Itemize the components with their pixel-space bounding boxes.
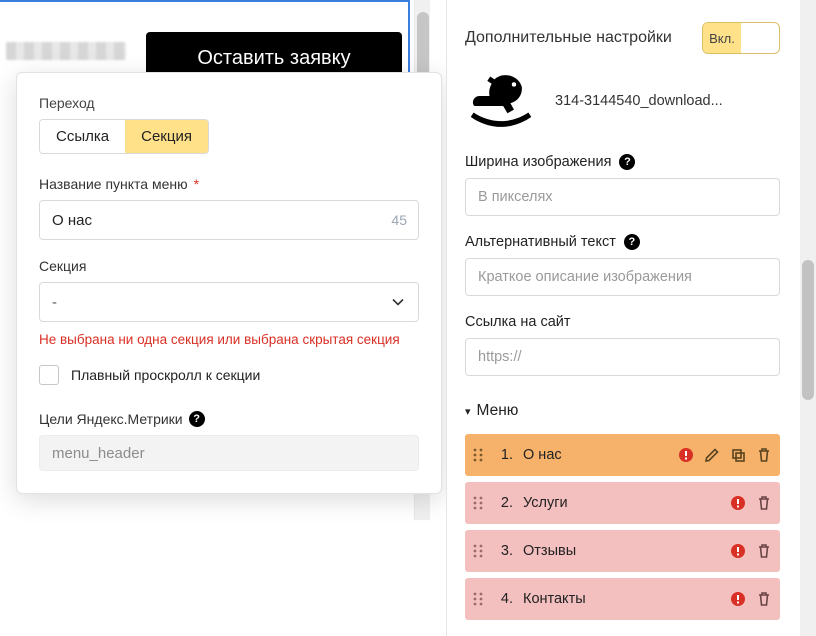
site-link-input[interactable] (465, 338, 780, 376)
section-error-text: Не выбрана ни одна секция или выбрана ск… (39, 332, 419, 347)
section-select[interactable]: - (39, 282, 419, 322)
smooth-scroll-label: Плавный проскролл к секции (71, 367, 260, 383)
drag-handle-icon[interactable] (473, 447, 483, 463)
menu-item-index: 4. (493, 591, 513, 607)
alt-text-label: Альтернативный текст (465, 234, 616, 250)
menu-item-row[interactable]: 3. Отзывы (465, 530, 780, 572)
help-icon[interactable]: ? (619, 154, 635, 170)
tab-section[interactable]: Секция (125, 120, 208, 153)
logo-filename: 314-3144540_download... (555, 93, 775, 109)
warning-icon[interactable] (730, 543, 746, 559)
smooth-scroll-checkbox[interactable] (39, 365, 59, 385)
preview-text-blur (6, 42, 126, 60)
settings-panel: Дополнительные настройки Вкл. 314-314454… (446, 0, 798, 636)
warning-icon[interactable] (730, 591, 746, 607)
menu-item-label: Услуги (523, 495, 568, 511)
trash-icon[interactable] (756, 447, 772, 463)
duplicate-icon[interactable] (730, 447, 746, 463)
menu-item-row[interactable]: 2. Услуги (465, 482, 780, 524)
alt-text-input[interactable] (465, 258, 780, 296)
site-link-label: Ссылка на сайт (465, 314, 571, 330)
tab-link[interactable]: Ссылка (40, 120, 125, 153)
help-icon[interactable]: ? (189, 411, 205, 427)
triangle-down-icon: ▾ (465, 405, 471, 418)
settings-title: Дополнительные настройки (465, 29, 672, 47)
metrika-goal-readonly: menu_header (39, 435, 419, 471)
trash-icon[interactable] (756, 495, 772, 511)
menu-accordion-header[interactable]: ▾ Меню (465, 402, 780, 420)
menu-item-label: Отзывы (523, 543, 576, 559)
warning-icon[interactable] (678, 447, 694, 463)
char-counter: 45 (391, 200, 407, 240)
menu-item-index: 2. (493, 495, 513, 511)
rocking-horse-icon (465, 72, 537, 130)
menu-item-label: Контакты (523, 591, 586, 607)
settings-toggle[interactable]: Вкл. (702, 22, 780, 54)
panel-scrollbar[interactable] (800, 0, 816, 636)
menu-item-index: 3. (493, 543, 513, 559)
help-icon[interactable]: ? (624, 234, 640, 250)
drag-handle-icon[interactable] (473, 543, 483, 559)
transition-label: Переход (39, 95, 419, 111)
menu-item-row[interactable]: 4. Контакты (465, 578, 780, 620)
image-width-input[interactable] (465, 178, 780, 216)
menu-name-label: Название пункта меню* (39, 176, 419, 192)
edit-icon[interactable] (704, 447, 720, 463)
menu-item-label: О нас (523, 447, 562, 463)
metrika-label: Цели Яндекс.Метрики ? (39, 411, 419, 427)
drag-handle-icon[interactable] (473, 591, 483, 607)
menu-name-input[interactable] (39, 200, 419, 240)
menu-item-editor-popup: Переход Ссылка Секция Название пункта ме… (16, 72, 442, 494)
menu-item-index: 1. (493, 447, 513, 463)
drag-handle-icon[interactable] (473, 495, 483, 511)
menu-item-row[interactable]: 1. О нас (465, 434, 780, 476)
warning-icon[interactable] (730, 495, 746, 511)
required-marker: * (194, 176, 199, 192)
trash-icon[interactable] (756, 591, 772, 607)
section-select-label: Секция (39, 258, 419, 274)
image-width-label: Ширина изображения (465, 154, 611, 170)
chevron-down-icon (390, 294, 406, 310)
transition-tabs: Ссылка Секция (39, 119, 209, 154)
trash-icon[interactable] (756, 543, 772, 559)
